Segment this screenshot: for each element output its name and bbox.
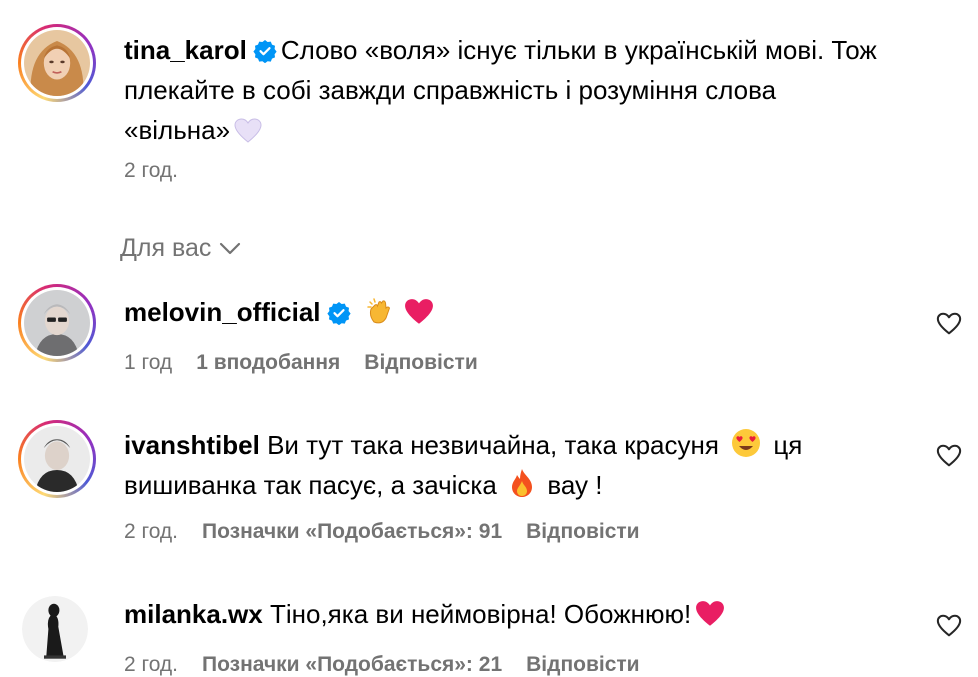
- red-heart-icon: [696, 601, 725, 626]
- comment-username[interactable]: ivanshtibel: [124, 430, 260, 460]
- comment-body: melovin_official: [124, 292, 884, 332]
- like-heart-icon[interactable]: [936, 443, 962, 469]
- heart-eyes-face-icon: [732, 429, 761, 457]
- for-you-sort-dropdown[interactable]: Для вас: [120, 234, 241, 263]
- comment-username[interactable]: melovin_official: [124, 297, 321, 327]
- like-heart-icon[interactable]: [936, 613, 962, 639]
- comment-meta: 2 год. Позначки «Подобається»: 91 Відпов…: [124, 520, 640, 544]
- avatar-image: [24, 30, 90, 96]
- red-heart-icon: [404, 299, 433, 324]
- comment-avatar[interactable]: [18, 284, 96, 362]
- fire-icon: [512, 469, 533, 497]
- reply-button[interactable]: Відповісти: [526, 653, 639, 677]
- comment-time[interactable]: 1 год: [124, 351, 172, 375]
- comment-time[interactable]: 2 год.: [124, 653, 178, 677]
- comment-body: ivanshtibel Ви тут така незвичайна, така…: [124, 425, 844, 505]
- clapping-hands-icon: [366, 298, 390, 324]
- comment-avatar[interactable]: [18, 420, 96, 498]
- reply-button[interactable]: Відповісти: [526, 520, 639, 544]
- avatar-image: [24, 290, 90, 356]
- comment-text-part1: Ви тут така незвичайна, така красуня: [267, 430, 719, 460]
- caption-time[interactable]: 2 год.: [124, 159, 178, 183]
- comment-username[interactable]: milanka.wx: [124, 599, 263, 629]
- for-you-label: Для вас: [120, 234, 212, 262]
- verified-badge-icon: [326, 302, 351, 325]
- comment-time[interactable]: 2 год.: [124, 520, 178, 544]
- caption-username[interactable]: tina_karol: [124, 35, 247, 65]
- comment-avatar[interactable]: [22, 596, 88, 662]
- comment-meta: 1 год 1 вподобання Відповісти: [124, 351, 478, 375]
- comment-meta: 2 год. Позначки «Подобається»: 21 Відпов…: [124, 653, 640, 677]
- comment-likes[interactable]: Позначки «Подобається»: 21: [202, 653, 502, 677]
- verified-badge-icon: [253, 40, 277, 63]
- reply-button[interactable]: Відповісти: [364, 351, 477, 375]
- white-heart-icon: [234, 118, 262, 143]
- comment-body: milanka.wx Тіно,яка ви неймовірна! Обожн…: [124, 594, 884, 634]
- comment-likes[interactable]: 1 вподобання: [196, 351, 340, 375]
- comment-likes[interactable]: Позначки «Подобається»: 91: [202, 520, 502, 544]
- caption-body: tina_karol Слово «воля» існує тільки в ук…: [124, 30, 884, 150]
- comment-text-part3: вау !: [547, 470, 603, 500]
- caption-meta: 2 год.: [124, 159, 178, 183]
- avatar-image: [22, 596, 88, 662]
- chevron-down-icon: [220, 242, 241, 254]
- caption-avatar[interactable]: [18, 24, 96, 102]
- like-heart-icon[interactable]: [936, 311, 962, 337]
- avatar-image: [24, 426, 90, 492]
- comment-text: Тіно,яка ви неймовірна! Обожнюю!: [269, 599, 692, 629]
